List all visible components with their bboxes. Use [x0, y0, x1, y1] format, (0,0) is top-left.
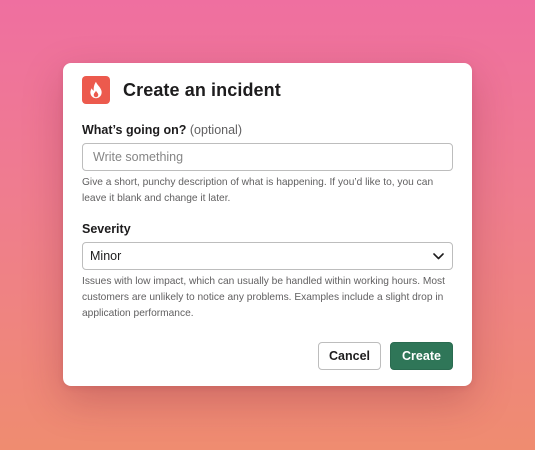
create-incident-modal: Create an incident What’s going on? (opt… [63, 63, 472, 386]
cancel-button[interactable]: Cancel [318, 342, 381, 370]
modal-header: Create an incident [82, 76, 281, 104]
description-hint: Give a short, punchy description of what… [82, 177, 434, 204]
modal-title: Create an incident [123, 79, 281, 100]
create-button[interactable]: Create [390, 342, 453, 370]
description-label-text: What’s going on? [82, 123, 187, 137]
chevron-down-icon [432, 250, 444, 262]
severity-label: Severity [82, 222, 131, 236]
severity-select[interactable]: Minor [82, 242, 453, 270]
flame-icon [82, 76, 110, 104]
description-input[interactable] [82, 143, 453, 171]
optional-tag: (optional) [189, 123, 242, 137]
severity-hint: Issues with low impact, which can usuall… [82, 276, 445, 319]
severity-selected-value: Minor [90, 249, 122, 263]
description-label: What’s going on? (optional) [82, 123, 242, 137]
